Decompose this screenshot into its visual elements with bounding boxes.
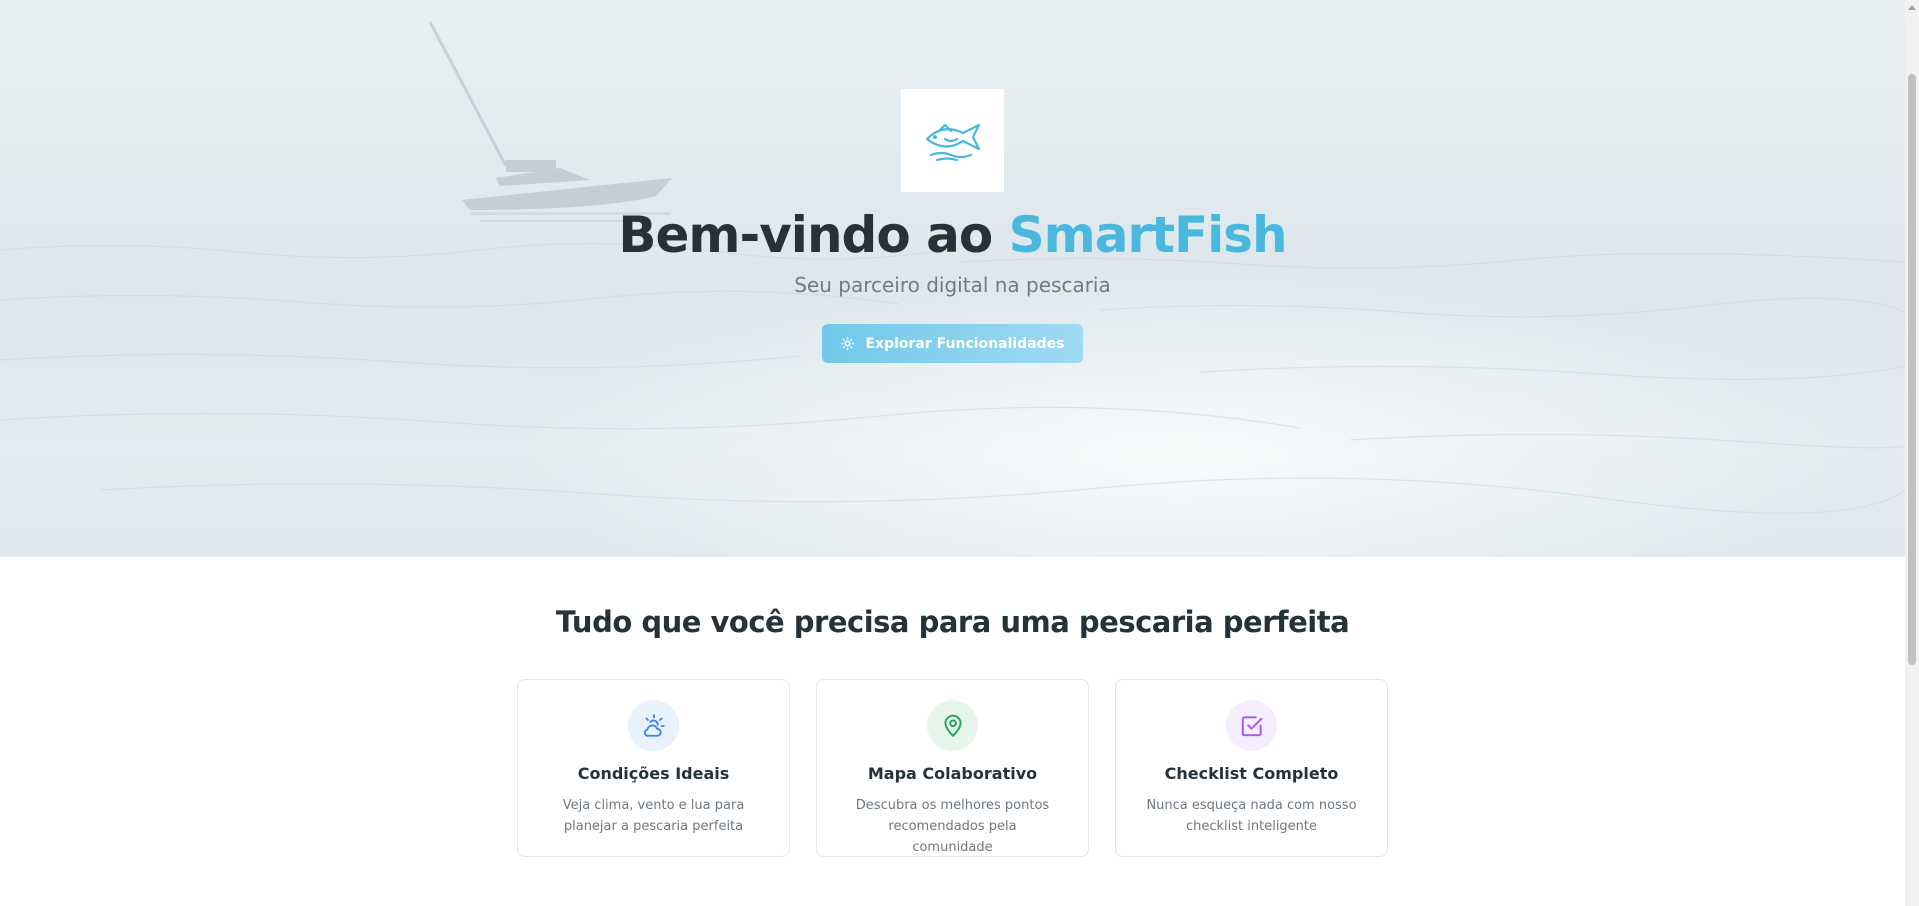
- app-logo: [901, 89, 1004, 192]
- features-title: Tudo que você precisa para uma pescaria …: [555, 605, 1350, 639]
- scroll-up-arrow-icon[interactable]: [1905, 0, 1919, 14]
- feature-icon-wrap: [1226, 700, 1277, 751]
- feature-title: Mapa Colaborativo: [867, 764, 1038, 783]
- explore-features-button[interactable]: Explorar Funcionalidades: [822, 324, 1083, 363]
- feature-description: Veja clima, vento e lua para planejar a …: [562, 798, 745, 834]
- feature-description: Descubra os melhores pontos recomendados…: [855, 798, 1050, 855]
- feature-icon-wrap: [628, 700, 679, 751]
- feature-card-checklist[interactable]: Checklist Completo Nunca esqueça nada co…: [1115, 679, 1388, 857]
- hero-subtitle: Seu parceiro digital na pescaria: [794, 273, 1111, 297]
- feature-description: Nunca esqueça nada com nosso checklist i…: [1146, 798, 1357, 834]
- feature-card-conditions[interactable]: Condições Ideais Veja clima, vento e lua…: [517, 679, 790, 857]
- vertical-scrollbar[interactable]: [1905, 0, 1919, 906]
- feature-card-map[interactable]: Mapa Colaborativo Descubra os melhores p…: [816, 679, 1089, 857]
- scrollbar-thumb[interactable]: [1908, 74, 1916, 665]
- explore-features-label: Explorar Funcionalidades: [865, 335, 1065, 352]
- feature-icon-wrap: [927, 700, 978, 751]
- feature-title: Condições Ideais: [577, 764, 730, 783]
- fish-logo-icon: [925, 123, 980, 161]
- map-pin-icon: [943, 714, 962, 737]
- brand-name: SmartFish: [1008, 206, 1288, 264]
- page: Bem-vindo ao SmartFish Seu parceiro digi…: [0, 0, 1905, 906]
- hero-section: Bem-vindo ao SmartFish Seu parceiro digi…: [0, 0, 1905, 557]
- hero-title: Bem-vindo ao SmartFish: [0, 202, 1905, 268]
- sun-cloud-icon: [643, 713, 665, 737]
- feature-title: Checklist Completo: [1164, 764, 1339, 783]
- gear-icon: [841, 337, 855, 350]
- hero-title-prefix: Bem-vindo ao: [618, 206, 1009, 264]
- checkbox-icon: [1241, 715, 1262, 736]
